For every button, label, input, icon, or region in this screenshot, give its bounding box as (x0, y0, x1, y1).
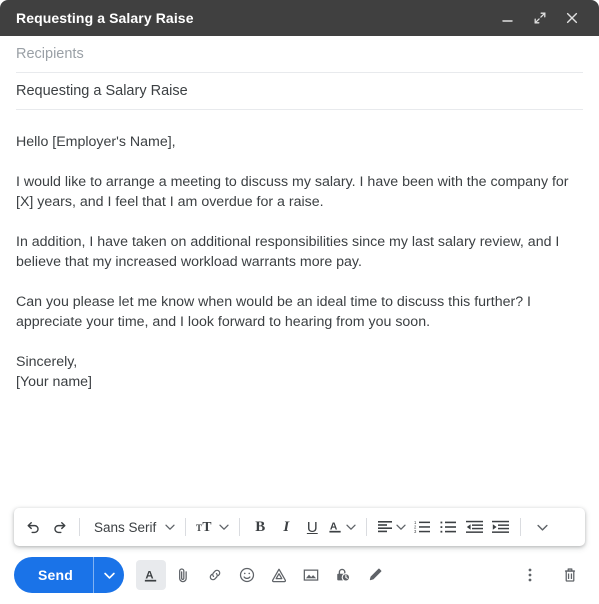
discard-draft-icon[interactable] (555, 560, 585, 590)
chevron-down-icon (165, 522, 175, 532)
send-button[interactable]: Send (14, 557, 93, 593)
align-left-icon (377, 520, 393, 534)
more-options-icon[interactable] (515, 560, 545, 590)
chevron-down-icon (537, 522, 548, 533)
toolbar-divider (79, 518, 80, 536)
titlebar-actions (493, 3, 587, 33)
compose-action-icons: A (136, 560, 390, 590)
indent-less-icon (465, 520, 483, 534)
recipients-input[interactable]: Recipients (16, 46, 84, 62)
italic-button[interactable]: I (273, 512, 299, 542)
underline-button[interactable]: U (299, 512, 325, 542)
insert-photo-icon[interactable] (296, 560, 326, 590)
chevron-down-icon (346, 522, 356, 532)
undo-icon[interactable] (20, 512, 46, 542)
indent-less-button[interactable] (461, 512, 487, 542)
recipients-row[interactable]: Recipients (16, 36, 583, 73)
svg-text:A: A (330, 521, 338, 532)
italic-icon: I (283, 518, 290, 535)
insert-signature-icon[interactable] (360, 560, 390, 590)
indent-more-button[interactable] (487, 512, 513, 542)
message-body-text[interactable]: Hello [Employer's Name], I would like to… (16, 132, 583, 392)
indent-more-icon (491, 520, 509, 534)
message-body-area[interactable]: Hello [Employer's Name], I would like to… (0, 110, 599, 508)
bottom-bar: Send A (0, 546, 599, 604)
bold-button[interactable]: B (247, 512, 273, 542)
bulleted-list-button[interactable] (435, 512, 461, 542)
toolbar-divider (185, 518, 187, 536)
send-button-group[interactable]: Send (14, 557, 125, 593)
font-size-icon: T T (196, 520, 216, 535)
font-size-button[interactable]: T T (193, 512, 232, 542)
insert-drive-icon[interactable] (264, 560, 294, 590)
subject-row[interactable]: Requesting a Salary Raise (16, 73, 583, 110)
more-formatting-button[interactable] (528, 512, 554, 542)
bulleted-list-icon (440, 520, 457, 534)
svg-text:3: 3 (414, 529, 417, 534)
chevron-down-icon (219, 522, 229, 532)
confidential-mode-icon[interactable] (328, 560, 358, 590)
font-family-label: Sans Serif (94, 519, 157, 535)
header-fields: Recipients Requesting a Salary Raise (0, 36, 599, 110)
close-icon[interactable] (557, 3, 587, 33)
formatting-options-icon[interactable]: A (136, 560, 167, 590)
numbered-list-icon: 1 2 3 (414, 520, 431, 534)
text-color-button[interactable]: A (325, 512, 359, 542)
text-color-icon: A (328, 519, 343, 535)
attach-file-icon[interactable] (168, 560, 198, 590)
chevron-down-icon (396, 522, 406, 532)
subject-input[interactable]: Requesting a Salary Raise (16, 83, 188, 99)
svg-text:T: T (203, 520, 212, 534)
font-family-select[interactable]: Sans Serif (87, 512, 178, 542)
insert-link-icon[interactable] (200, 560, 230, 590)
bottom-right-actions (515, 560, 585, 590)
minimize-icon[interactable] (493, 3, 523, 33)
align-button[interactable] (374, 512, 409, 542)
underline-icon: U (306, 518, 318, 536)
format-toolbar: Sans Serif T T B I U A 1 2 3 (14, 508, 585, 546)
send-options-button[interactable] (94, 557, 124, 593)
compose-window: Requesting a Salary Raise Recipients Req… (0, 0, 599, 604)
toolbar-divider (239, 518, 241, 536)
titlebar: Requesting a Salary Raise (0, 0, 599, 36)
bold-icon: B (255, 518, 266, 535)
numbered-list-button[interactable]: 1 2 3 (409, 512, 435, 542)
redo-icon[interactable] (46, 512, 72, 542)
svg-text:A: A (145, 569, 153, 581)
toolbar-divider (520, 518, 522, 536)
svg-text:T: T (196, 523, 202, 533)
toolbar-divider (366, 518, 368, 536)
expand-icon[interactable] (525, 3, 555, 33)
window-title: Requesting a Salary Raise (16, 10, 194, 26)
format-toolbar-wrap: Sans Serif T T B I U A 1 2 3 (0, 508, 599, 546)
insert-emoji-icon[interactable] (232, 560, 262, 590)
